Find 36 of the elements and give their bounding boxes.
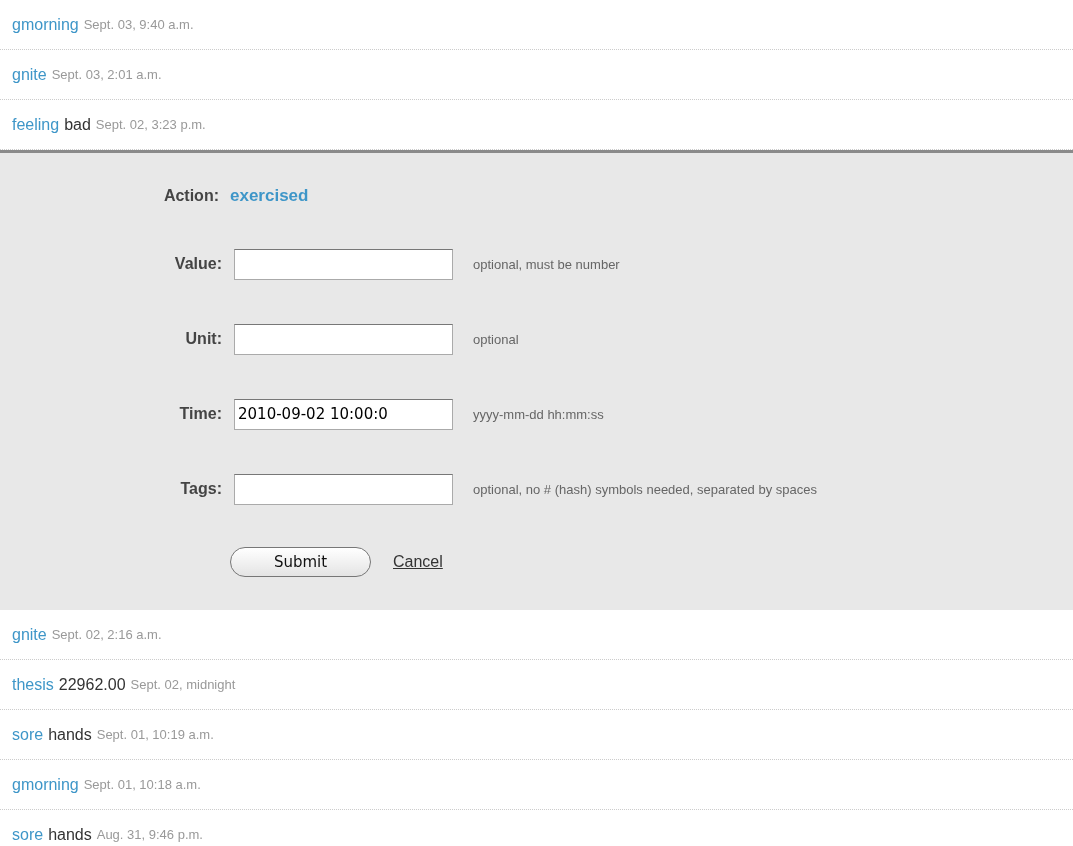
input-field[interactable] bbox=[234, 248, 453, 280]
action-label: Action: bbox=[162, 187, 219, 205]
entry-time: Sept. 02, midnight bbox=[130, 677, 236, 692]
entry-time: Aug. 31, 9:46 p.m. bbox=[96, 827, 203, 842]
action-name-link[interactable]: exercised bbox=[230, 186, 309, 206]
entry-value: 22962.00 bbox=[58, 675, 126, 694]
cancel-link[interactable]: Cancel bbox=[393, 553, 443, 571]
action-link[interactable]: gnite bbox=[12, 65, 47, 84]
input-field[interactable] bbox=[234, 323, 453, 355]
action-link[interactable]: gmorning bbox=[12, 775, 79, 794]
action-link[interactable]: sore bbox=[12, 825, 44, 844]
input-field[interactable]: 2010-09-02 10:00:0 bbox=[234, 398, 453, 430]
entry-time: Sept. 02, 3:23 p.m. bbox=[95, 117, 206, 132]
field-hint: optional bbox=[473, 331, 519, 347]
action-link[interactable]: feeling bbox=[12, 115, 60, 134]
action-link[interactable]: gmorning bbox=[12, 15, 79, 34]
submit-button[interactable]: Submit bbox=[230, 547, 371, 577]
entry-time: Sept. 02, 2:16 a.m. bbox=[51, 627, 162, 642]
action-link[interactable]: thesis bbox=[12, 675, 54, 694]
input-field[interactable] bbox=[234, 473, 453, 505]
field-label: Value: bbox=[173, 255, 222, 273]
entry-value: hands bbox=[48, 825, 92, 844]
entry-time: Sept. 03, 9:40 a.m. bbox=[83, 17, 194, 32]
field-hint: optional, no # (hash) symbols needed, separated by spaces bbox=[473, 481, 817, 497]
entry-value: hands bbox=[48, 725, 92, 744]
action-link[interactable]: gnite bbox=[12, 625, 47, 644]
field-label: Tags: bbox=[179, 480, 222, 498]
entry-time: Sept. 01, 10:18 a.m. bbox=[83, 777, 201, 792]
entry-time: Sept. 01, 10:19 a.m. bbox=[96, 727, 214, 742]
field-label: Time: bbox=[178, 405, 222, 423]
field-label: Unit: bbox=[184, 330, 222, 348]
field-hint: yyyy-mm-dd hh:mm:ss bbox=[473, 406, 604, 422]
action-link[interactable]: sore bbox=[12, 725, 44, 744]
field-hint: optional, must be number bbox=[473, 256, 620, 272]
entry-time: Sept. 03, 2:01 a.m. bbox=[51, 67, 162, 82]
entry-value: bad bbox=[64, 115, 91, 134]
